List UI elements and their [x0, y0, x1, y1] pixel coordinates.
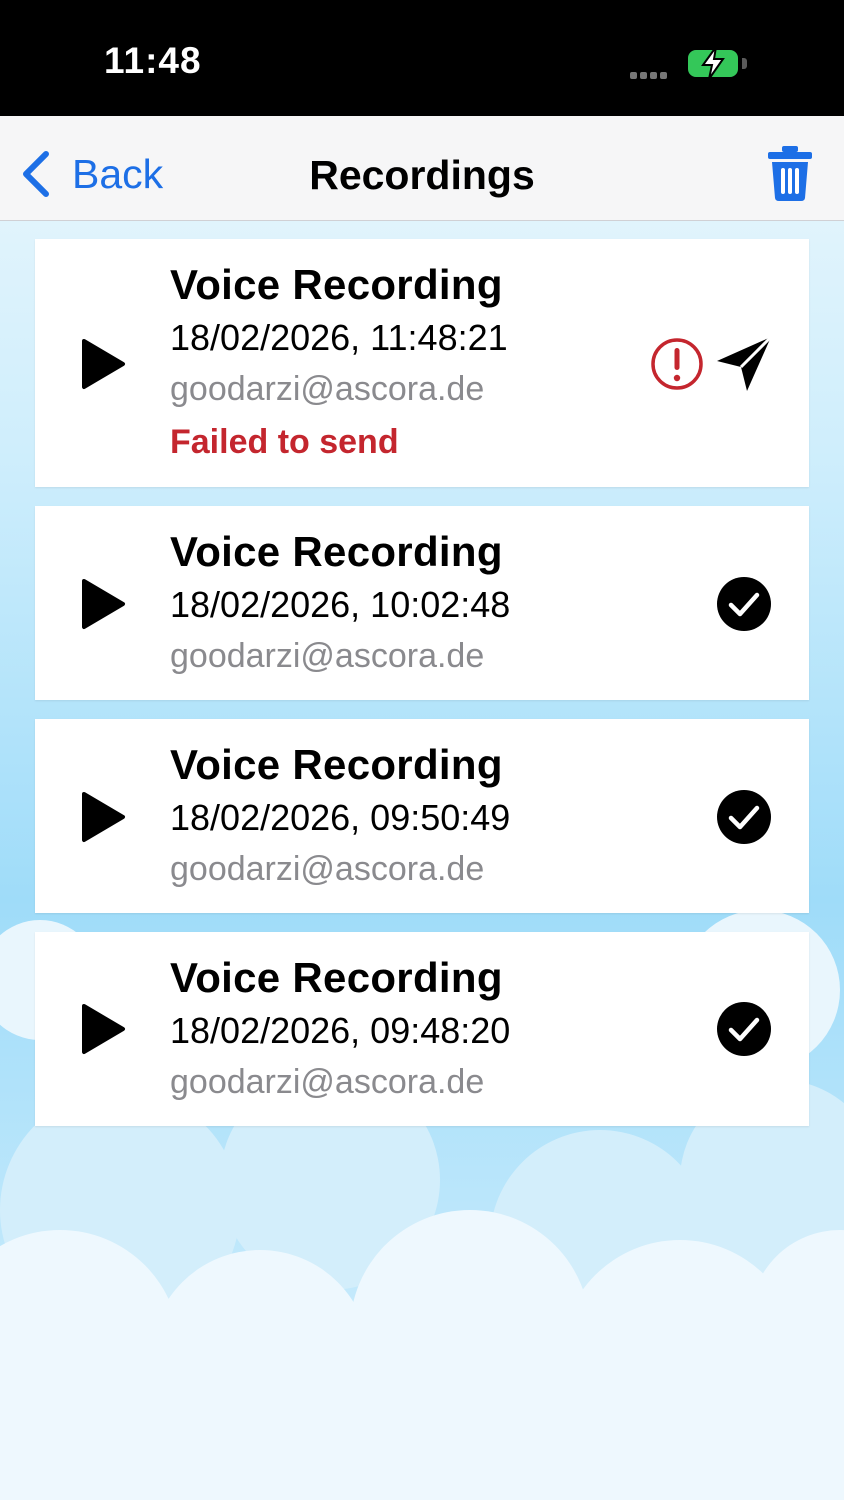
status-bar: 11:48 — [0, 0, 844, 116]
page-title: Recordings — [309, 152, 535, 198]
recording-email: goodarzi@ascora.de — [170, 637, 485, 675]
battery-tip — [742, 58, 747, 69]
play-icon[interactable] — [80, 578, 126, 630]
recording-item[interactable]: Voice Recording 18/02/2026, 11:48:21 goo… — [35, 239, 809, 487]
recording-title: Voice Recording — [170, 528, 503, 575]
play-icon[interactable] — [80, 1003, 126, 1055]
play-icon[interactable] — [80, 791, 126, 843]
send-status-text: Failed to send — [170, 423, 399, 461]
recording-datetime: 18/02/2026, 10:02:48 — [170, 584, 511, 625]
recording-datetime: 18/02/2026, 09:50:49 — [170, 797, 511, 838]
check-circle-icon — [717, 1002, 771, 1056]
charging-bolt-icon — [701, 46, 725, 80]
recording-title: Voice Recording — [170, 741, 503, 788]
send-icon[interactable] — [713, 333, 775, 395]
recording-item[interactable]: Voice Recording 18/02/2026, 09:50:49 goo… — [35, 719, 809, 913]
recording-email: goodarzi@ascora.de — [170, 1063, 485, 1101]
recording-datetime: 18/02/2026, 09:48:20 — [170, 1010, 511, 1051]
signal-icon — [630, 66, 674, 79]
status-time: 11:48 — [104, 40, 202, 81]
navigation-bar: Back Recordings — [0, 116, 844, 221]
trash-icon[interactable] — [766, 144, 814, 202]
play-icon[interactable] — [80, 338, 126, 390]
check-circle-icon — [717, 790, 771, 844]
recording-datetime: 18/02/2026, 11:48:21 — [170, 317, 508, 358]
alert-circle-icon — [651, 338, 703, 390]
recording-title: Voice Recording — [170, 261, 503, 308]
recording-title: Voice Recording — [170, 954, 503, 1001]
recording-item[interactable]: Voice Recording 18/02/2026, 10:02:48 goo… — [35, 506, 809, 700]
recording-item[interactable]: Voice Recording 18/02/2026, 09:48:20 goo… — [35, 932, 809, 1126]
recording-email: goodarzi@ascora.de — [170, 370, 485, 408]
check-circle-icon — [717, 577, 771, 631]
recording-email: goodarzi@ascora.de — [170, 850, 485, 888]
